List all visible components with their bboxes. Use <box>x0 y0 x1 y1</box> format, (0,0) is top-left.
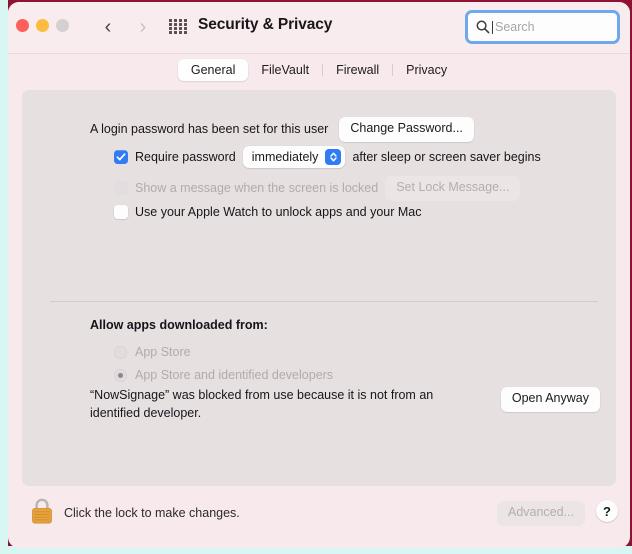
help-button[interactable]: ? <box>596 500 618 522</box>
tab-bar: General FileVault Firewall Privacy <box>8 54 630 86</box>
search-input[interactable]: Search <box>465 10 620 44</box>
radio-selected-dot <box>118 372 123 378</box>
padlock-locked-icon[interactable] <box>28 496 56 526</box>
window-footer: Click the lock to make changes. Advanced… <box>8 486 630 548</box>
require-password-checkbox[interactable] <box>114 150 128 164</box>
close-button[interactable] <box>16 19 29 32</box>
chevron-left-icon[interactable]: ‹ <box>97 14 119 40</box>
advanced-button: Advanced... <box>496 501 585 526</box>
zoom-button[interactable] <box>56 19 69 32</box>
page-title: Security & Privacy <box>198 16 333 33</box>
allow-apps-label: Allow apps downloaded from: <box>90 318 268 332</box>
search-placeholder: Search <box>495 20 535 34</box>
require-password-row: Require password immediately after sleep… <box>114 146 541 168</box>
lock-message-checkbox <box>114 181 128 196</box>
show-all-grid-icon[interactable] <box>169 19 188 34</box>
general-pane: A login password has been set for this u… <box>22 90 616 486</box>
chevron-updown-icon <box>325 149 342 165</box>
radio-app-store-and-identified-developers: App Store and identified developers <box>114 368 333 382</box>
search-field-wrapper[interactable]: Search <box>465 10 620 44</box>
blocked-app-message: “NowSignage” was blocked from use becaus… <box>90 388 434 420</box>
lock-hint-text: Click the lock to make changes. <box>64 506 240 520</box>
apple-watch-label: Use your Apple Watch to unlock apps and … <box>135 205 422 219</box>
desktop-backdrop: ‹ › Security & Privacy Search General Fi… <box>0 0 632 554</box>
radio-button <box>114 368 127 382</box>
tab-general[interactable]: General <box>177 59 249 81</box>
require-password-label: Require password <box>135 150 236 164</box>
minimize-button[interactable] <box>36 19 49 32</box>
login-password-row: A login password has been set for this u… <box>90 117 474 142</box>
text-caret <box>492 20 493 34</box>
radio-app-store: App Store <box>114 345 191 359</box>
login-password-label: A login password has been set for this u… <box>90 122 329 137</box>
password-delay-popup[interactable]: immediately <box>242 146 346 168</box>
tab-firewall[interactable]: Firewall <box>323 59 392 81</box>
tab-filevault[interactable]: FileVault <box>248 59 322 81</box>
tab-privacy[interactable]: Privacy <box>393 59 460 81</box>
password-delay-value: immediately <box>251 150 319 164</box>
security-privacy-window: ‹ › Security & Privacy Search General Fi… <box>8 2 630 548</box>
radio-button <box>114 345 127 359</box>
apple-watch-row: Use your Apple Watch to unlock apps and … <box>114 205 422 219</box>
radio-identified-developers-label: App Store and identified developers <box>135 368 334 382</box>
search-icon <box>476 20 490 34</box>
open-anyway-button[interactable]: Open Anyway <box>500 387 600 412</box>
blocked-app-row: “NowSignage” was blocked from use becaus… <box>90 387 600 423</box>
checkmark-icon <box>116 153 126 161</box>
lock-message-label: Show a message when the screen is locked <box>135 181 379 196</box>
window-toolbar: ‹ › Security & Privacy Search <box>8 2 630 54</box>
apple-watch-checkbox[interactable] <box>114 205 128 219</box>
lock-message-row: Show a message when the screen is locked… <box>114 176 521 201</box>
desktop-edge-left <box>0 0 8 554</box>
chevron-right-icon[interactable]: › <box>132 14 154 40</box>
require-password-suffix: after sleep or screen saver begins <box>352 150 541 164</box>
section-divider <box>50 301 598 302</box>
change-password-button[interactable]: Change Password... <box>339 117 474 142</box>
radio-app-store-label: App Store <box>135 345 191 359</box>
set-lock-message-button: Set Lock Message... <box>385 176 521 201</box>
